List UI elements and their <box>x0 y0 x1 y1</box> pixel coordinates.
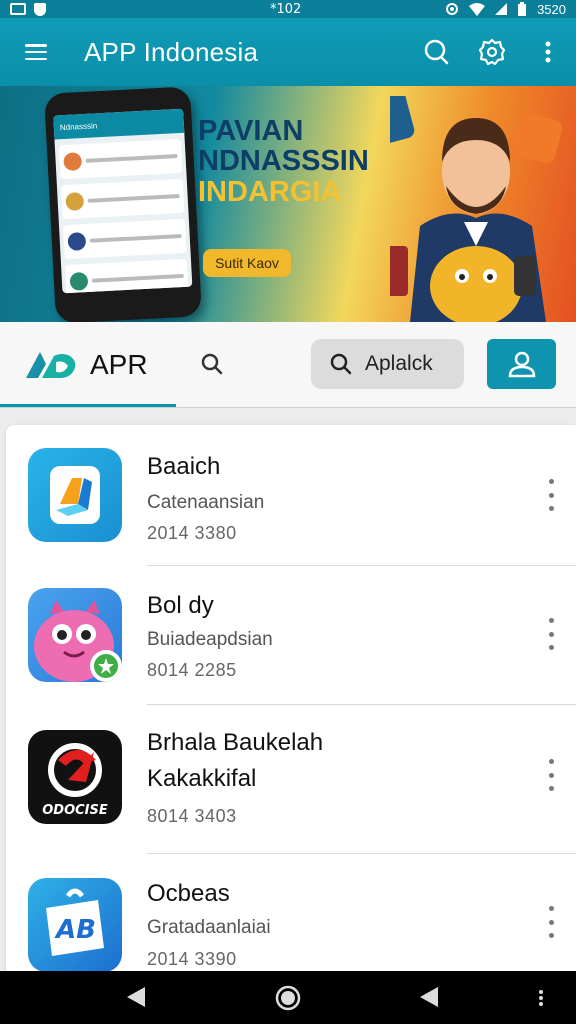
menu-button[interactable] <box>0 44 72 60</box>
app-date: 8014 2285 <box>147 660 237 680</box>
app-name-line2: Kakakkifal <box>147 765 257 792</box>
app-subtitle: Catenaansian <box>147 492 265 513</box>
more-options-icon[interactable] <box>546 759 556 791</box>
signal-icon <box>495 3 508 15</box>
app-name-line1: Brhala Baukelah <box>147 729 324 756</box>
more-options-icon[interactable] <box>546 906 556 938</box>
list-item[interactable]: Bol dy Buiadeapdsian 8014 2285 <box>6 566 576 704</box>
wifi-icon <box>469 2 486 16</box>
svg-text:ODOCISE: ODOCISE <box>42 803 108 818</box>
back-icon[interactable] <box>125 985 147 1009</box>
system-nav-bar <box>0 971 576 1024</box>
tab-search-button[interactable] <box>200 352 224 381</box>
search-icon <box>424 39 449 65</box>
phone-header: Ndnasssin <box>53 108 185 140</box>
logo-icon <box>26 352 76 378</box>
profile-button[interactable] <box>487 339 556 389</box>
app-logo[interactable]: APR <box>24 348 148 382</box>
search-chip-label: Aplalck <box>365 352 433 375</box>
more-options-button[interactable] <box>520 24 576 80</box>
more-options-icon[interactable] <box>546 618 556 650</box>
nav-more-icon[interactable] <box>538 989 544 1007</box>
phone-illustration: Ndnasssin <box>44 86 202 322</box>
app-list: Baaich Catenaansian 2014 3380 Bol dy Bui… <box>6 425 576 985</box>
banner-headline: PAVIAN NDNASSSIN INDARGIA <box>198 115 369 208</box>
promo-banner[interactable]: Ndnasssin PAVIAN NDNASSSIN INDARGIA Suti… <box>0 86 576 322</box>
app-title: APP Indonesia <box>84 36 259 67</box>
search-chip[interactable]: Aplalck <box>311 339 464 389</box>
app-name: Bol dy <box>147 592 214 619</box>
status-time: 3520 <box>537 1 566 17</box>
logo-text: APR <box>90 349 148 380</box>
settings-button[interactable] <box>464 24 520 80</box>
odocise-app-icon: ODOCISE <box>28 730 122 824</box>
banner-headline-line1: PAVIAN <box>198 115 304 147</box>
list-item[interactable]: ODOCISE Brhala Baukelah Kakakkifal 8014 … <box>6 705 576 853</box>
hamburger-icon <box>25 44 47 60</box>
app-name: Baaich <box>147 453 221 480</box>
settings-icon <box>478 38 506 66</box>
list-item[interactable]: Baaich Catenaansian 2014 3380 <box>6 425 576 565</box>
list-item[interactable]: AB Ocbeas Gratadaanlaiai 2014 3390 <box>6 854 576 985</box>
monster-app-icon <box>28 588 122 682</box>
battery-icon <box>518 2 527 16</box>
app-date: 2014 3380 <box>147 523 237 543</box>
home-icon[interactable] <box>275 985 301 1011</box>
more-options-icon[interactable] <box>546 479 556 511</box>
shield-icon <box>34 2 46 16</box>
mascot-illustration <box>390 96 563 322</box>
blocks-app-icon <box>28 448 122 542</box>
banner-headline-line3: INDARGIA <box>198 175 342 208</box>
status-center-text: *102 <box>270 1 302 17</box>
search-button[interactable] <box>408 24 464 80</box>
location-icon <box>446 3 459 15</box>
more-vert-icon <box>545 41 551 63</box>
app-date: 8014 3403 <box>147 806 237 826</box>
tab-bar: APR Aplalck <box>0 322 576 408</box>
status-bar: *102 3520 <box>0 0 576 18</box>
banner-cta-button[interactable]: Sutit Kaov <box>203 249 291 277</box>
app-subtitle: Gratadaanlaiai <box>147 917 271 938</box>
app-subtitle: Buiadeapdsian <box>147 629 273 650</box>
app-bar: APP Indonesia <box>0 18 576 86</box>
app-name: Ocbeas <box>147 880 230 907</box>
photo-icon <box>10 2 26 15</box>
search-icon <box>201 353 223 375</box>
ab-app-icon: AB <box>28 878 122 972</box>
app-date: 2014 3390 <box>147 949 237 969</box>
banner-headline-line2: NDNASSSIN <box>198 145 369 178</box>
profile-icon <box>508 351 535 378</box>
recents-icon[interactable] <box>418 985 440 1009</box>
svg-text:AB: AB <box>54 915 96 945</box>
search-icon <box>330 353 352 375</box>
active-tab-indicator <box>0 404 176 407</box>
